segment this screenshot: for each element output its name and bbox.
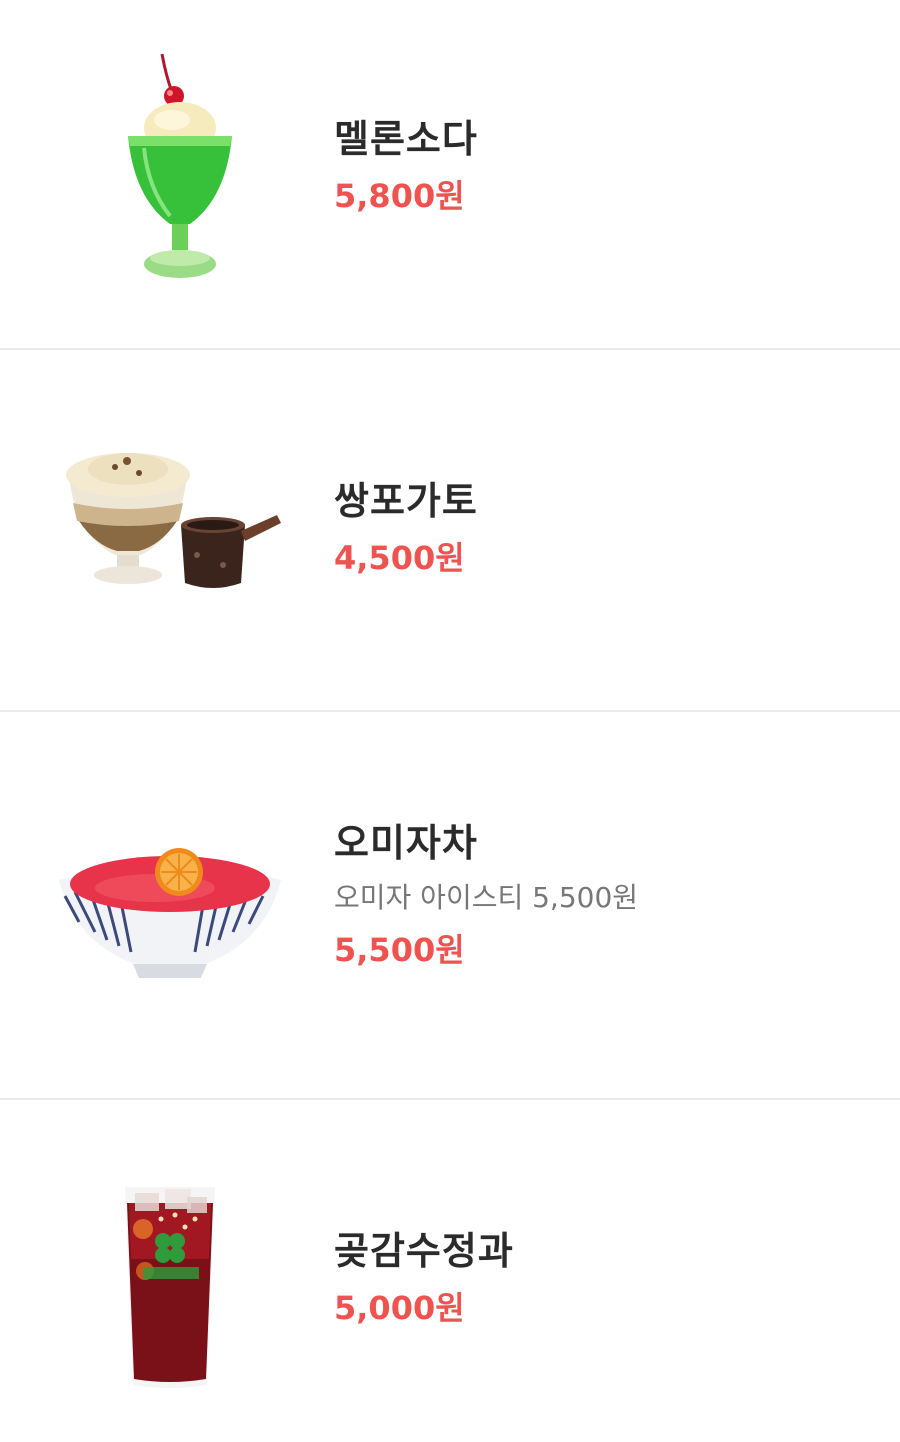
menu-item[interactable]: 곶감수정과 5,000원 [0, 1100, 900, 1442]
menu-item-price: 5,500원 [334, 931, 465, 969]
menu-item-info: 쌍포가토 4,500원 [334, 478, 478, 578]
menu-item-description: 오미자 아이스티 5,500원 [334, 881, 639, 914]
menu-item[interactable]: 오미자차 오미자 아이스티 5,500원 5,500원 [0, 712, 900, 1100]
melon-soda-image [40, 48, 300, 288]
menu-item-price: 5,800원 [334, 177, 465, 215]
menu-list: 멜론소다 5,800원 쌍포가토 4,500원 오미자차 오미자 아이스티 5,… [0, 0, 900, 1442]
affogato-image [40, 440, 300, 600]
menu-item[interactable]: 멜론소다 5,800원 [0, 0, 900, 350]
menu-item-info: 오미자차 오미자 아이스티 5,500원 5,500원 [334, 820, 638, 970]
menu-item-name: 멜론소다 [334, 117, 478, 161]
menu-item[interactable]: 쌍포가토 4,500원 [0, 350, 900, 712]
menu-item-info: 멜론소다 5,800원 [334, 116, 478, 216]
menu-item-name: 곶감수정과 [334, 1229, 514, 1273]
menu-item-name: 오미자차 [334, 821, 478, 865]
menu-item-price: 5,000원 [334, 1289, 465, 1327]
omija-tea-image [40, 822, 300, 982]
menu-item-info: 곶감수정과 5,000원 [334, 1228, 514, 1328]
menu-item-name: 쌍포가토 [334, 479, 478, 523]
persimmon-punch-image [40, 1176, 300, 1396]
menu-item-price: 4,500원 [334, 539, 465, 577]
